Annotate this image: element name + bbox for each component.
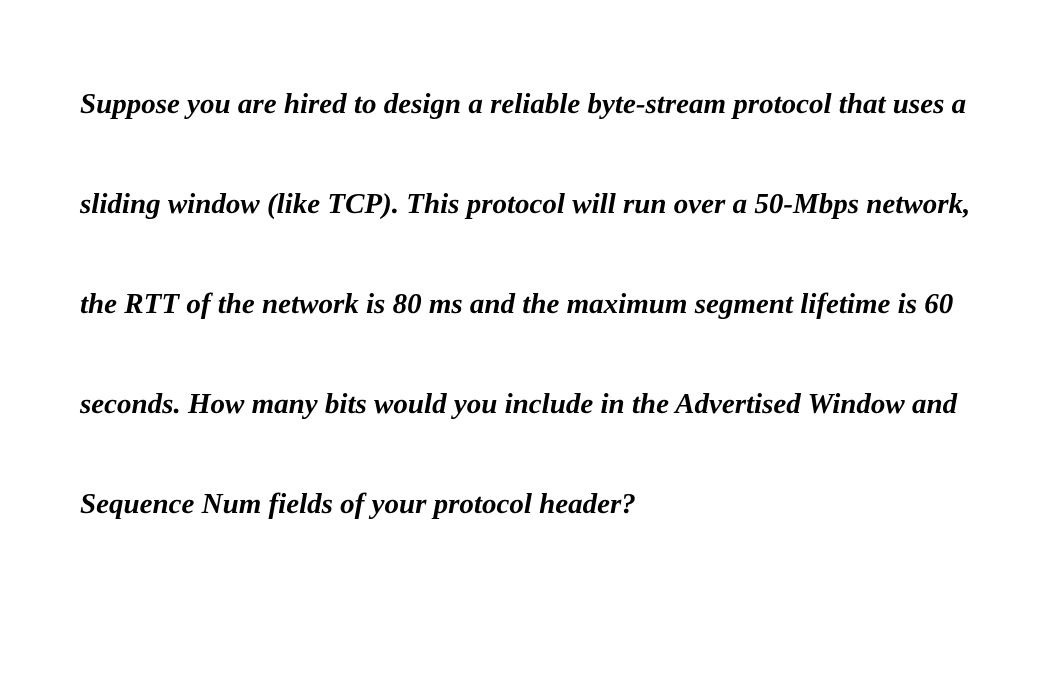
- document-page: Suppose you are hired to design a reliab…: [0, 0, 1057, 678]
- question-text: Suppose you are hired to design a reliab…: [80, 54, 977, 554]
